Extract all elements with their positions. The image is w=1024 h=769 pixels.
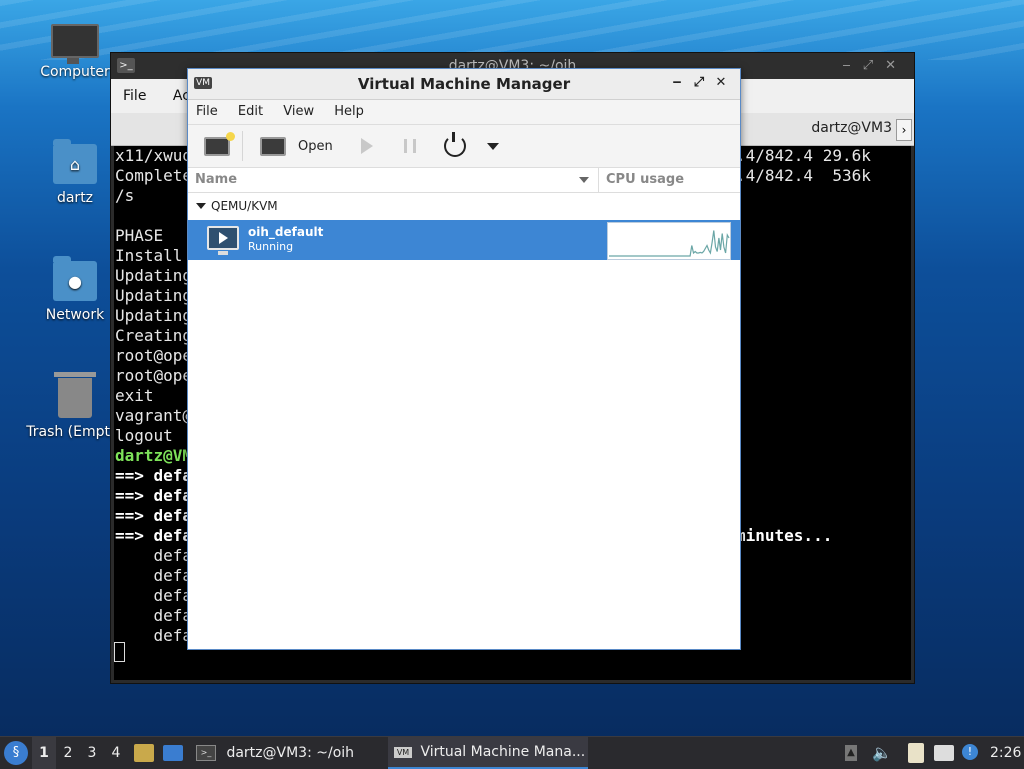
sort-descending-icon <box>579 177 589 183</box>
task-label: Virtual Machine Mana... <box>420 744 586 760</box>
power-icon <box>444 132 466 157</box>
shutdown-button[interactable] <box>444 132 466 159</box>
vm-running-icon <box>207 226 239 255</box>
connection-label: QEMU/KVM <box>211 199 278 213</box>
play-icon <box>361 138 373 154</box>
task-label: dartz@VM3: ~/oih <box>226 745 355 761</box>
close-icon[interactable]: ✕ <box>710 75 732 90</box>
show-desktop-icon[interactable] <box>163 745 183 761</box>
terminal-right-line: .4/842.4 29.6k <box>736 146 871 165</box>
terminal-tab[interactable]: dartz@VM3 <box>811 120 892 136</box>
cpu-usage-graph <box>607 222 731 260</box>
notification-icon[interactable]: ! <box>962 744 978 760</box>
vm-status: Running <box>248 240 294 253</box>
monitor-icon <box>260 136 286 156</box>
clock[interactable]: 2:26 <box>990 737 1021 769</box>
tray-up-arrow-icon[interactable]: ▲ <box>845 745 857 761</box>
expander-icon[interactable] <box>196 203 206 209</box>
workspace-3[interactable]: 3 <box>80 737 104 769</box>
vmm-titlebar[interactable]: VM Virtual Machine Manager ‒ ⤢ ✕ <box>188 69 740 100</box>
terminal-icon: >_ <box>117 58 135 73</box>
menu-view[interactable]: View <box>283 104 314 119</box>
column-cpu-usage[interactable]: CPU usage <box>606 172 684 187</box>
pause-icon <box>404 139 416 153</box>
clipboard-icon[interactable] <box>908 743 924 763</box>
open-button[interactable]: Open <box>260 133 333 159</box>
pause-button[interactable] <box>404 133 416 159</box>
vmm-menubar: File Edit View Help <box>188 100 740 125</box>
network-folder-icon: ● <box>53 256 97 301</box>
tab-scroll-right-icon[interactable]: › <box>896 119 912 141</box>
vmm-title: Virtual Machine Manager <box>357 75 571 93</box>
minimize-icon[interactable]: ‒ <box>666 75 688 90</box>
workspace-2[interactable]: 2 <box>56 737 80 769</box>
column-name[interactable]: Name <box>195 172 237 187</box>
workspace-4[interactable]: 4 <box>104 737 128 769</box>
terminal-menu-file[interactable]: File <box>123 88 146 104</box>
taskbar: § 1 2 3 4 >_ dartz@VM3: ~/oih VM Virtual… <box>0 736 1024 769</box>
chevron-down-icon <box>487 142 499 150</box>
workspace-1[interactable]: 1 <box>32 737 56 769</box>
terminal-cursor <box>114 642 125 662</box>
distro-logo-icon: § <box>12 745 20 760</box>
cpu-graph-svg <box>609 230 730 257</box>
toolbar-separator <box>242 131 243 161</box>
home-folder-icon: ⌂ <box>53 139 97 184</box>
computer-icon <box>51 24 99 64</box>
file-manager-launcher-icon[interactable] <box>134 744 154 762</box>
terminal-right-line: .4/842.4 536k <box>736 166 871 185</box>
new-vm-button[interactable] <box>204 131 235 159</box>
start-menu-button[interactable]: § <box>4 741 28 765</box>
task-terminal[interactable]: >_ dartz@VM3: ~/oih <box>190 737 380 769</box>
virt-manager-window[interactable]: VM Virtual Machine Manager ‒ ⤢ ✕ File Edit… <box>187 68 741 650</box>
menu-file[interactable]: File <box>196 104 218 119</box>
task-virt-manager[interactable]: VM Virtual Machine Mana... <box>388 737 588 769</box>
shutdown-menu-button[interactable] <box>487 133 499 159</box>
terminal-task-icon: >_ <box>196 745 216 761</box>
vm-list-header: Name CPU usage <box>188 168 740 193</box>
menu-edit[interactable]: Edit <box>238 104 263 119</box>
maximize-icon[interactable]: ⤢ <box>688 75 710 90</box>
trash-icon <box>54 372 96 418</box>
vmm-toolbar: Open <box>188 125 740 168</box>
open-label: Open <box>298 138 333 154</box>
wallpaper-highlights <box>0 0 1024 60</box>
menu-help[interactable]: Help <box>334 104 364 119</box>
run-button[interactable] <box>361 133 373 159</box>
network-tray-icon[interactable] <box>934 745 954 761</box>
terminal-minutes-text: minutes... <box>736 526 833 545</box>
window-controls[interactable]: ‒⤢✕ <box>842 53 908 79</box>
vm-name: oih_default <box>248 225 324 239</box>
volume-icon[interactable]: 🔈 <box>872 743 892 762</box>
vm-row[interactable]: oih_default Running <box>188 220 740 260</box>
new-vm-icon <box>204 131 235 156</box>
column-separator <box>598 168 599 192</box>
virt-manager-task-icon: VM <box>394 746 412 758</box>
connection-row[interactable]: QEMU/KVM <box>188 193 740 220</box>
